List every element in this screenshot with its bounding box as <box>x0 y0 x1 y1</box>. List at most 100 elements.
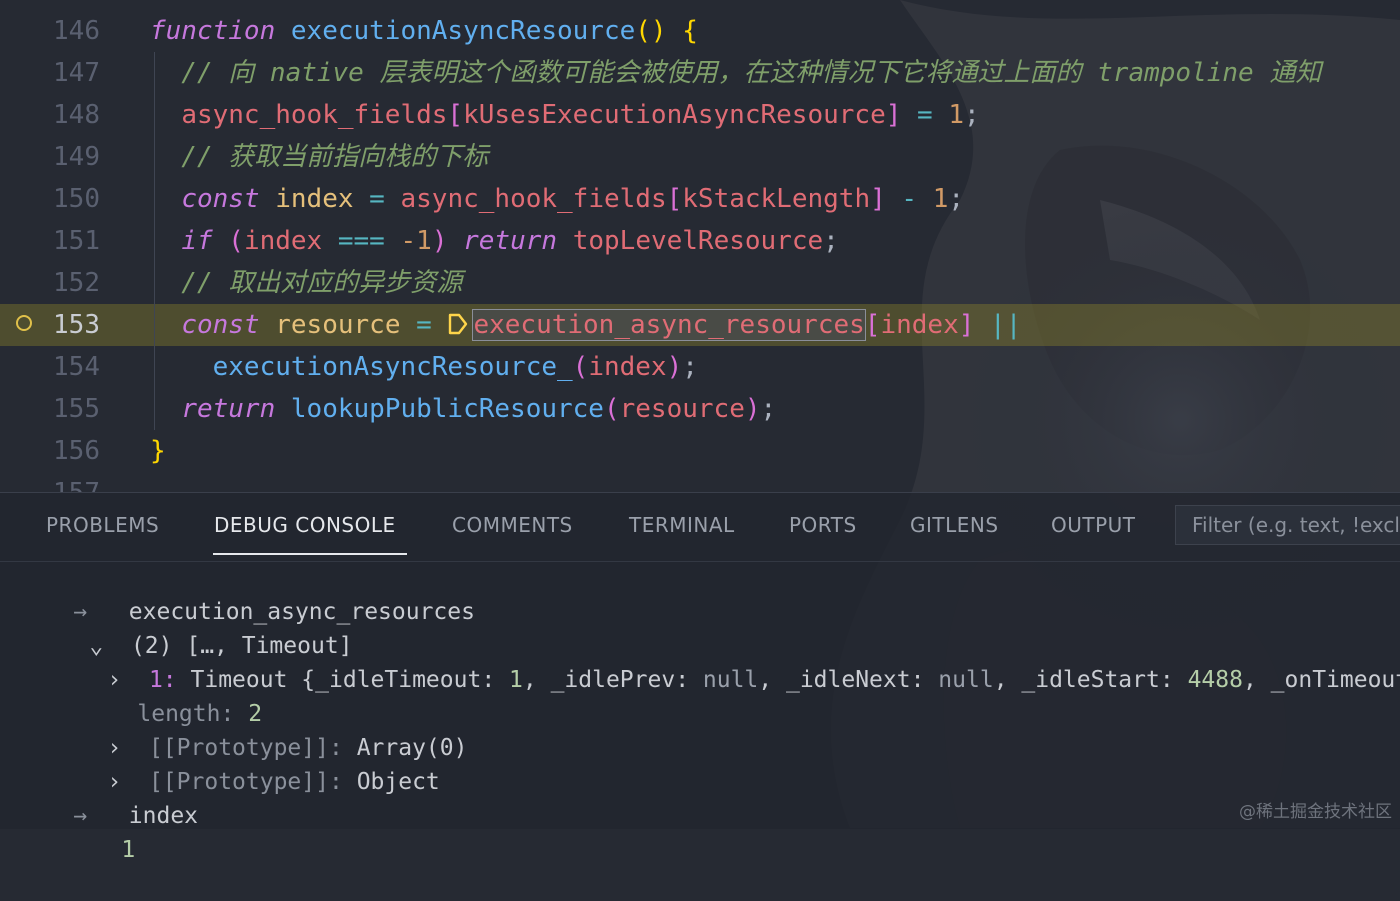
tab-output[interactable]: OUTPUT <box>1051 513 1136 537</box>
code-text: async_hook_fields[kUsesExecutionAsyncRes… <box>150 94 979 136</box>
tab-terminal[interactable]: TERMINAL <box>629 513 735 537</box>
line-number: 154 <box>53 352 100 382</box>
preview-token: null <box>702 667 759 693</box>
console-filter-input[interactable] <box>1175 505 1400 545</box>
code-text: executionAsyncResource_(index); <box>150 346 698 388</box>
tab-gitlens[interactable]: GITLENS <box>910 513 999 537</box>
code-token: const <box>181 184 260 214</box>
code-token: lookupPublicResource <box>290 394 604 424</box>
code-token: const <box>181 310 260 340</box>
line-number: 151 <box>53 226 100 256</box>
code-token: kStackLength <box>682 184 871 214</box>
code-line[interactable]: 150 const index = async_hook_fields[kSta… <box>0 178 1400 220</box>
panel-tab-bar: PROBLEMS DEBUG CONSOLE COMMENTS TERMINAL… <box>0 493 1400 562</box>
preview-token: 4488 <box>1187 667 1243 693</box>
hovered-expression[interactable]: execution_async_resources <box>472 309 866 341</box>
tab-ports[interactable]: PORTS <box>789 513 857 537</box>
code-line[interactable]: 155 return lookupPublicResource(resource… <box>0 388 1400 430</box>
code-token: ] <box>885 100 902 130</box>
line-number: 150 <box>53 184 100 214</box>
preview-token: , _onTimeout: <box>1242 667 1400 693</box>
code-token: ) <box>666 352 683 382</box>
item-preview: {_idleTimeout: 1, _idlePrev: null, _idle… <box>287 667 1400 693</box>
code-token: executionAsyncResource_ <box>212 352 573 382</box>
line-number: 146 <box>53 16 100 46</box>
preview-token: , _idleNext: <box>758 667 939 693</box>
line-number: 155 <box>53 394 100 424</box>
code-text: // 获取当前指向栈的下标 <box>150 136 488 178</box>
console-result-row[interactable]: ⌄ (2) […, Timeout] <box>34 595 352 659</box>
console-expression: index <box>128 803 199 829</box>
code-text: const resource = execution_async_resourc… <box>150 304 1021 346</box>
code-token: topLevelResource <box>572 226 824 256</box>
console-input-row: → execution_async_resources <box>18 561 475 625</box>
code-token: async_hook_fields <box>400 184 667 214</box>
code-token: || <box>974 310 1022 340</box>
code-text: } <box>150 430 166 472</box>
code-token: executionAsyncResource <box>290 16 636 46</box>
code-token: ; <box>682 352 698 382</box>
inline-breakpoint-icon[interactable] <box>447 312 469 336</box>
code-token: === <box>322 226 401 256</box>
code-token: return <box>181 394 276 424</box>
line-number: 157 <box>0 472 100 492</box>
code-token: ] <box>958 310 975 340</box>
code-line[interactable]: 154 executionAsyncResource_(index); <box>0 346 1400 388</box>
tab-problems[interactable]: PROBLEMS <box>46 513 159 537</box>
code-line[interactable]: 147 // 向 native 层表明这个函数可能会被使用，在这种情况下它将通过… <box>0 52 1400 94</box>
tab-debug-console[interactable]: DEBUG CONSOLE <box>214 513 396 537</box>
code-token: ( <box>603 394 620 424</box>
code-line[interactable]: 152 // 取出对应的异步资源 <box>0 262 1400 304</box>
code-token: if <box>181 226 213 256</box>
code-token: ( <box>572 352 589 382</box>
code-line[interactable]: 149 // 获取当前指向栈的下标 <box>0 136 1400 178</box>
line-number: 147 <box>53 58 100 88</box>
code-token: ; <box>760 394 777 424</box>
code-token: ) <box>431 226 448 256</box>
code-token: ; <box>823 226 839 256</box>
active-tab-indicator <box>213 553 407 555</box>
console-tree-row[interactable]: › 1: Timeout {_idleTimeout: 1, _idlePrev… <box>52 629 1400 693</box>
console-tree-row[interactable]: › [[Prototype]]: Array(0) <box>52 697 467 761</box>
code-token: = <box>901 100 949 130</box>
code-token: ; <box>948 184 965 214</box>
code-token: = <box>400 310 448 340</box>
preview-token: , _idlePrev: <box>522 667 703 693</box>
tab-comments[interactable]: COMMENTS <box>452 513 573 537</box>
line-number: 156 <box>53 436 100 466</box>
line-number: 153 <box>53 310 100 340</box>
line-number: 148 <box>53 100 100 130</box>
code-text: const index = async_hook_fields[kStackLe… <box>150 178 964 220</box>
code-line[interactable]: 156} <box>0 430 1400 472</box>
line-number: 152 <box>53 268 100 298</box>
code-text: // 向 native 层表明这个函数可能会被使用，在这种情况下它将通过上面的 … <box>150 52 1321 94</box>
code-token: 1 <box>932 184 949 214</box>
code-text: // 取出对应的异步资源 <box>150 262 462 304</box>
code-token: { <box>682 16 698 46</box>
code-token: index <box>275 184 354 214</box>
console-input-row: → index <box>18 765 198 829</box>
code-token: = <box>353 184 401 214</box>
code-token: ] <box>870 184 886 214</box>
code-token: // 取出对应的异步资源 <box>150 268 463 298</box>
code-line-current[interactable]: 153 const resource = execution_async_res… <box>0 304 1400 346</box>
code-token: [ <box>666 184 683 214</box>
bottom-panel: PROBLEMS DEBUG CONSOLE COMMENTS TERMINAL… <box>0 492 1400 863</box>
code-line[interactable]: 151 if (index === -1) return topLevelRes… <box>0 220 1400 262</box>
code-line[interactable]: 146 function executionAsyncResource() { <box>0 10 1400 52</box>
console-tree-row[interactable]: › [[Prototype]]: Object <box>52 731 439 795</box>
code-line[interactable]: 148 async_hook_fields[kUsesExecutionAsyn… <box>0 94 1400 136</box>
code-token: () <box>635 16 667 46</box>
code-editor[interactable]: 146 function executionAsyncResource() {14… <box>0 0 1400 492</box>
code-text: function executionAsyncResource() { <box>150 10 698 52</box>
code-line[interactable]: 157 <box>0 472 1400 492</box>
code-token: index <box>588 352 667 382</box>
code-token: // 向 native 层表明这个函数可能会被使用，在这种情况下它将通过上面的 … <box>150 58 1322 88</box>
